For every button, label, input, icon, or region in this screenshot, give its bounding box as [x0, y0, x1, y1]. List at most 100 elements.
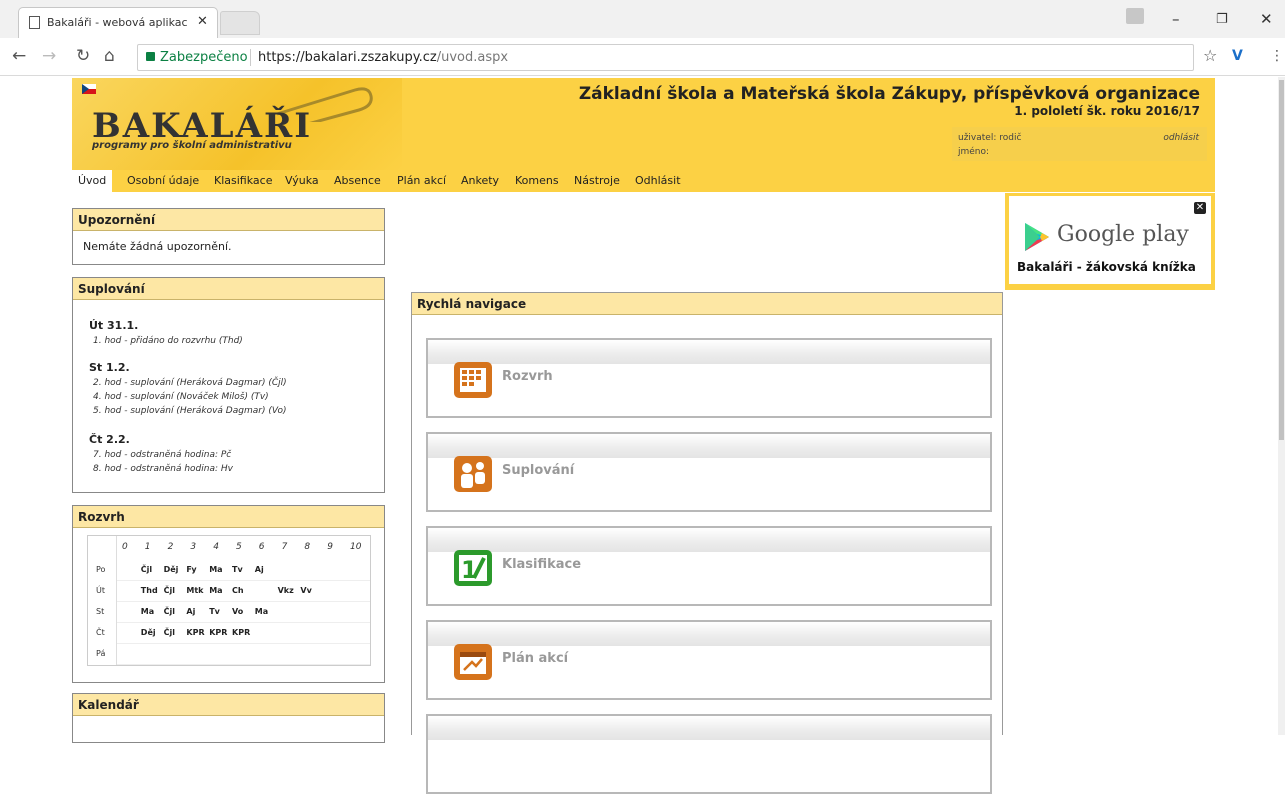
- main-menu: Úvod Osobní údaje Klasifikace Výuka Abse…: [72, 170, 1215, 192]
- hour-number: 10: [350, 542, 362, 552]
- timetable-subject[interactable]: Děj: [164, 565, 179, 574]
- hour-number: 7: [281, 542, 288, 552]
- hour-number: 9: [327, 542, 333, 552]
- quick-nav-rozvrh[interactable]: Rozvrh: [426, 338, 992, 418]
- secure-label: Zabezpečeno: [160, 50, 248, 65]
- timetable-subject[interactable]: Děj: [141, 628, 156, 637]
- name-label: jméno:: [958, 147, 990, 157]
- hour-number: 2: [167, 542, 174, 552]
- close-tab-icon[interactable]: ✕: [197, 14, 208, 29]
- timetable-subject[interactable]: Čjl: [141, 565, 152, 574]
- timetable-subject[interactable]: Ch: [232, 586, 244, 595]
- timetable-grid[interactable]: 0 1 2 3 4 5 6 7 8 9 10 Po Čjl Děj Fy Ma Tv Aj Út Thd Čjl Mtk M…: [87, 535, 371, 666]
- school-term: 1. pololetí šk. roku 2016/17: [1014, 104, 1200, 118]
- sub-item: 5. hod - suplování (Heráková Dagmar) (Vo…: [93, 406, 287, 416]
- timetable-subject[interactable]: Vv: [300, 586, 311, 595]
- timetable-subject[interactable]: Tv: [209, 607, 220, 616]
- minimize-icon[interactable]: –: [1172, 10, 1180, 28]
- substitutions-title: Suplování: [73, 278, 384, 300]
- hour-number: 8: [304, 542, 311, 552]
- day-label: St: [96, 607, 105, 616]
- quick-nav-suplovani[interactable]: Suplování: [426, 432, 992, 512]
- day-label: Po: [96, 565, 106, 574]
- sub-item: 8. hod - odstraněná hodina: Hv: [93, 464, 233, 474]
- timetable-subject[interactable]: Čjl: [164, 607, 175, 616]
- quick-nav-plan-akci[interactable]: Plán akcí: [426, 620, 992, 700]
- hour-number: 5: [236, 542, 242, 552]
- timetable-subject[interactable]: KPR: [232, 628, 250, 637]
- reload-icon[interactable]: ↻: [76, 46, 90, 66]
- timetable-title: Rozvrh: [73, 506, 384, 528]
- events-icon: [454, 644, 492, 680]
- sub-day: Út 31.1.: [89, 319, 139, 332]
- menu-ankety[interactable]: Ankety: [461, 174, 499, 187]
- scrollbar-thumb[interactable]: [1279, 80, 1284, 440]
- timetable-subject[interactable]: Ma: [209, 565, 222, 574]
- timetable-subject[interactable]: Čjl: [164, 628, 175, 637]
- document-icon: [29, 16, 40, 29]
- menu-osobni-udaje[interactable]: Osobní údaje: [127, 174, 199, 187]
- logout-link[interactable]: odhlásit: [1163, 133, 1199, 143]
- menu-odhlasit[interactable]: Odhlásit: [635, 174, 681, 187]
- czech-flag-icon[interactable]: [82, 84, 96, 94]
- back-icon[interactable]: ←: [12, 46, 26, 66]
- timetable-icon: [454, 362, 492, 398]
- hour-number: 0: [122, 542, 128, 552]
- menu-nastroje[interactable]: Nástroje: [574, 174, 620, 187]
- user-label: uživatel: rodič: [958, 133, 1022, 143]
- timetable-subject[interactable]: Mtk: [186, 586, 203, 595]
- menu-komens[interactable]: Komens: [515, 174, 559, 187]
- quick-nav-next[interactable]: [426, 714, 992, 794]
- calendar-panel: Kalendář: [72, 693, 385, 743]
- timetable-subject[interactable]: Fy: [186, 565, 196, 574]
- brand-tagline: programy pro školní administrativu: [92, 140, 292, 151]
- window-close-icon[interactable]: ✕: [1260, 10, 1273, 28]
- notices-text: Nemáte žádná upozornění.: [83, 240, 232, 253]
- calendar-title: Kalendář: [73, 694, 384, 716]
- timetable-panel: Rozvrh 0 1 2 3 4 5 6 7 8 9 10 Po Čjl Děj Fy Ma Tv Aj Út Thd…: [72, 505, 385, 683]
- timetable-subject[interactable]: Thd: [141, 586, 158, 595]
- timetable-subject[interactable]: Aj: [186, 607, 195, 616]
- lock-icon: [146, 52, 155, 61]
- menu-uvod[interactable]: Úvod: [72, 170, 113, 192]
- timetable-subject[interactable]: Ma: [209, 586, 222, 595]
- timetable-subject[interactable]: Ma: [255, 607, 268, 616]
- timetable-subject[interactable]: Tv: [232, 565, 243, 574]
- home-icon[interactable]: ⌂: [104, 46, 115, 66]
- menu-dots-icon[interactable]: ⋮: [1270, 48, 1284, 64]
- address-bar[interactable]: Zabezpečeno https://bakalari.zszakupy.cz…: [137, 44, 1194, 71]
- timetable-subject[interactable]: KPR: [209, 628, 227, 637]
- google-play-icon: [1025, 223, 1049, 251]
- hour-number: 6: [258, 542, 265, 552]
- sub-item: 1. hod - přidáno do rozvrhu (Thd): [93, 336, 243, 346]
- timetable-subject[interactable]: Aj: [255, 565, 264, 574]
- restore-icon[interactable]: ❐: [1216, 12, 1228, 27]
- forward-icon[interactable]: →: [42, 46, 56, 66]
- menu-klasifikace[interactable]: Klasifikace: [214, 174, 272, 187]
- timetable-subject[interactable]: Vo: [232, 607, 243, 616]
- day-label: Čt: [96, 628, 105, 637]
- google-play-label: Google play: [1057, 222, 1189, 247]
- quick-nav-klasifikace[interactable]: 1 Klasifikace: [426, 526, 992, 606]
- menu-absence[interactable]: Absence: [334, 174, 381, 187]
- bookmark-star-icon[interactable]: ☆: [1203, 46, 1217, 65]
- browser-tab[interactable]: Bakaláři - webová aplikac ✕: [18, 7, 218, 38]
- menu-vyuka[interactable]: Výuka: [285, 174, 319, 187]
- close-ad-icon[interactable]: ✕: [1194, 202, 1206, 214]
- quick-nav-label: Plán akcí: [502, 651, 569, 666]
- svg-text:1: 1: [461, 556, 478, 584]
- timetable-subject[interactable]: Vkz: [278, 586, 294, 595]
- app-ad: ✕ Google play Bakaláři - žákovská knížka: [1005, 193, 1215, 290]
- menu-plan-akci[interactable]: Plán akcí: [397, 174, 446, 187]
- sub-day: Čt 2.2.: [89, 433, 130, 446]
- new-tab-button[interactable]: [220, 11, 260, 35]
- timetable-subject[interactable]: Ma: [141, 607, 154, 616]
- profile-icon[interactable]: [1126, 8, 1144, 24]
- timetable-subject[interactable]: KPR: [186, 628, 204, 637]
- timetable-subject[interactable]: Čjl: [164, 586, 175, 595]
- day-label: Út: [96, 586, 105, 595]
- app-ad-link[interactable]: ✕ Google play Bakaláři - žákovská knížka: [1009, 196, 1211, 284]
- day-label: Pá: [96, 649, 106, 658]
- extension-icon[interactable]: V: [1232, 48, 1243, 64]
- tab-title: Bakaláři - webová aplikac: [47, 16, 187, 29]
